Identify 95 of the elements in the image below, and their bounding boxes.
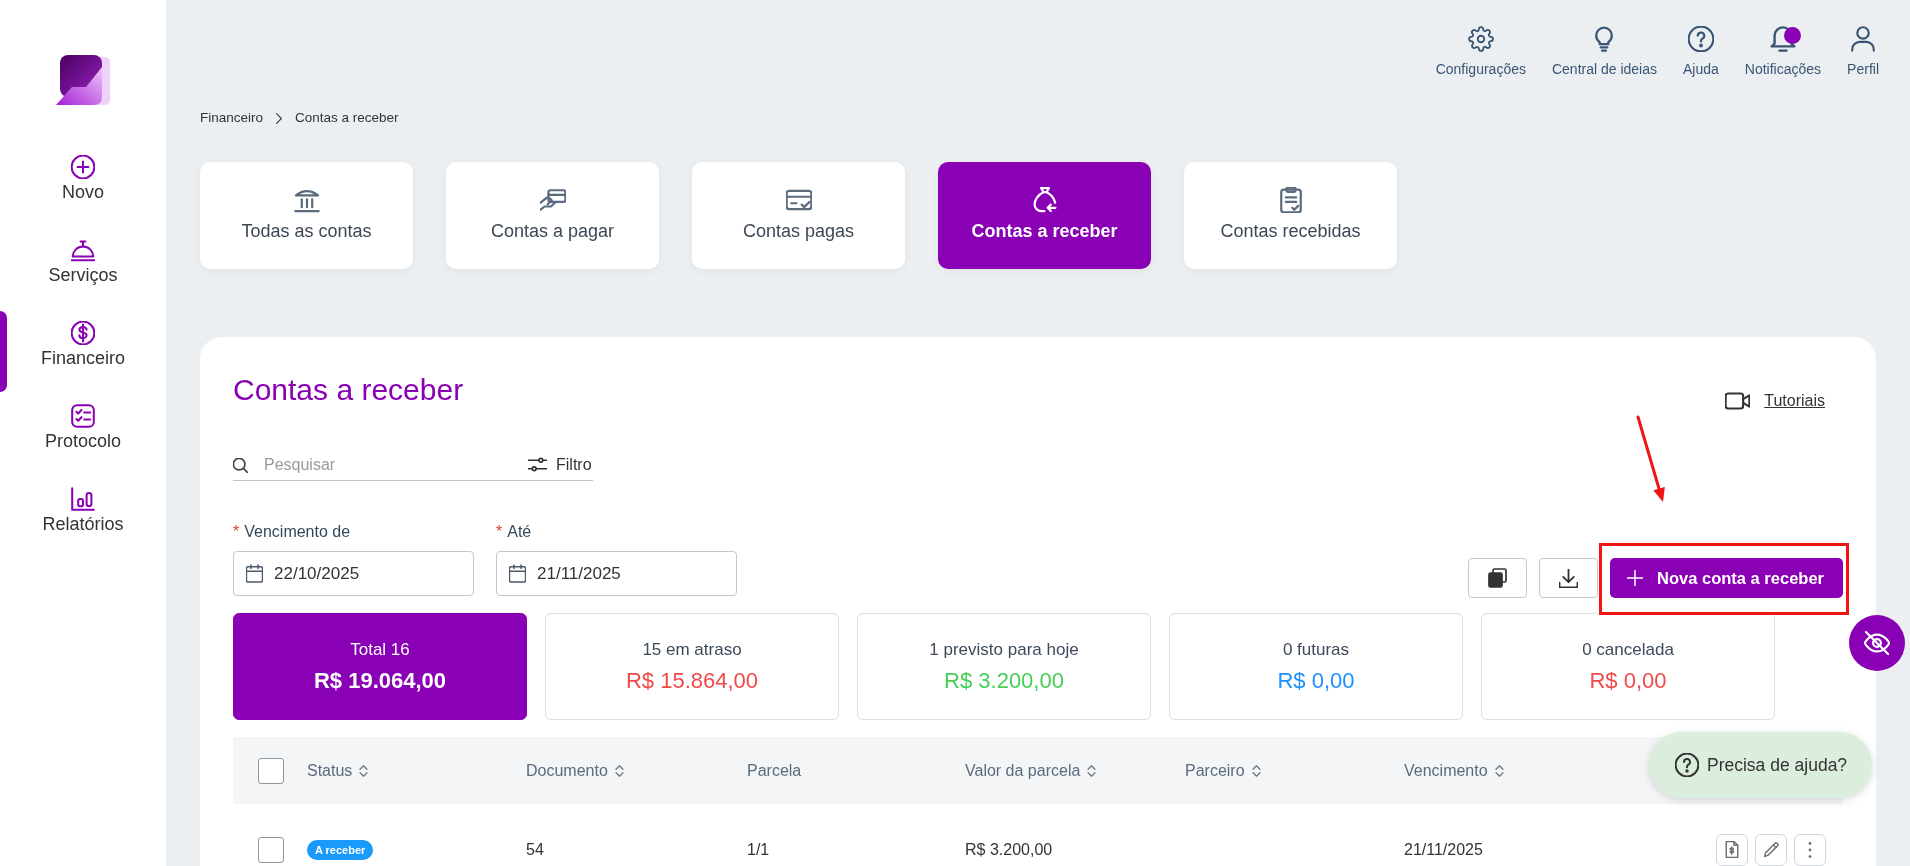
sidebar-item[interactable]: Serviços — [0, 228, 166, 309]
column-header[interactable]: Parceiro — [1185, 760, 1261, 781]
download-icon — [1559, 568, 1579, 588]
calendar-icon — [509, 564, 526, 583]
download-button[interactable] — [1539, 558, 1599, 598]
clipboard-check-icon — [1277, 187, 1304, 213]
column-header: Parcela — [747, 760, 802, 781]
field-label: Até — [507, 522, 532, 542]
column-header[interactable]: Vencimento — [1404, 760, 1504, 781]
table-cell: 21/11/2025 — [1404, 839, 1483, 860]
summary-amount: R$ 15.864,00 — [625, 667, 759, 694]
field-label: Vencimento de — [244, 522, 351, 542]
summary-card[interactable]: Total 16 R$ 19.064,00 — [233, 613, 527, 720]
bar-chart-icon — [71, 487, 95, 511]
summary-card[interactable]: 0 cancelada R$ 0,00 — [1481, 613, 1775, 720]
help-icon — [1687, 26, 1714, 52]
sidebar-item[interactable]: Financeiro — [0, 311, 166, 392]
checkbox[interactable] — [258, 757, 284, 784]
cards-view-button[interactable] — [1468, 558, 1528, 598]
service-bell-icon — [71, 238, 95, 262]
pencil-icon — [1763, 842, 1779, 857]
add-icon — [71, 155, 95, 179]
summary-label: 15 em atraso — [642, 639, 742, 660]
help-button[interactable]: Precisa de ajuda? — [1649, 732, 1872, 798]
money-bag-icon — [1031, 187, 1058, 213]
chevron-icon — [276, 112, 283, 124]
column-header[interactable]: Documento — [526, 760, 624, 781]
summary-amount: R$ 3.200,00 — [944, 667, 1064, 694]
sort-icon — [1494, 764, 1504, 777]
tab[interactable]: Contas a pagar — [446, 162, 659, 269]
date-field[interactable]: 21/11/2025 — [496, 551, 737, 596]
checkbox[interactable] — [258, 836, 284, 863]
summary-card[interactable]: 0 futuras R$ 0,00 — [1169, 613, 1463, 720]
column-header[interactable]: Status — [307, 760, 369, 781]
sidebar-item[interactable]: Protocolo — [0, 394, 166, 475]
required-mark: * — [233, 522, 240, 542]
calendar-icon — [246, 564, 263, 583]
summary-label: 1 previsto para hoje — [929, 639, 1079, 660]
tab[interactable]: Contas pagas — [692, 162, 905, 269]
required-mark: * — [496, 522, 503, 542]
sidebar-item[interactable]: Relatórios — [0, 477, 166, 558]
table-cell: 1/1 — [747, 839, 770, 860]
sort-icon — [1251, 764, 1261, 777]
tab[interactable]: Contas recebidas — [1184, 162, 1397, 269]
header-action[interactable]: Configurações — [1435, 26, 1526, 78]
sort-icon — [359, 764, 369, 777]
video-camera-icon — [1725, 391, 1751, 411]
edit-button[interactable] — [1755, 833, 1787, 866]
breadcrumb-current: Contas a receber — [295, 109, 399, 127]
date-field[interactable]: 22/10/2025 — [233, 551, 474, 596]
summary-label: 0 cancelada — [1582, 639, 1674, 660]
status-badge: A receber — [307, 839, 374, 860]
document-button[interactable] — [1716, 833, 1748, 866]
table-cell: 54 — [526, 839, 544, 860]
filter-button[interactable]: Filtro — [520, 449, 593, 481]
summary-amount: R$ 19.064,00 — [313, 667, 447, 694]
bank-icon — [293, 187, 320, 213]
table-cell: R$ 3.200,00 — [965, 839, 1053, 860]
tab[interactable]: Todas as contas — [200, 162, 413, 269]
tab[interactable]: Contas a receber — [938, 162, 1151, 269]
summary-label: Total 16 — [350, 639, 410, 660]
summary-amount: R$ 0,00 — [1277, 667, 1355, 694]
help-icon — [1675, 753, 1699, 777]
eye-slash-icon — [1864, 630, 1890, 656]
hand-card-icon — [539, 187, 566, 213]
column-header[interactable]: Valor da parcela — [965, 760, 1097, 781]
more-icon — [1808, 841, 1812, 858]
page-title: Contas a receber — [233, 372, 464, 408]
sort-icon — [614, 764, 624, 777]
checklist-icon — [71, 404, 95, 428]
plus-icon — [1627, 570, 1644, 586]
summary-card[interactable]: 15 em atraso R$ 15.864,00 — [545, 613, 839, 720]
sidebar-item[interactable]: Novo — [0, 145, 166, 226]
document-dollar-icon — [1725, 841, 1739, 858]
app-logo — [56, 55, 110, 105]
card-check-icon — [785, 187, 812, 213]
new-receivable-button[interactable]: Nova conta a receber — [1610, 558, 1843, 598]
search-icon — [233, 458, 248, 473]
summary-card[interactable]: 1 previsto para hoje R$ 3.200,00 — [857, 613, 1151, 720]
header-action[interactable]: Ajuda — [1683, 26, 1719, 78]
bell-icon — [1769, 26, 1796, 52]
stacked-cards-icon — [1488, 568, 1508, 588]
header-action[interactable]: Notificações — [1744, 26, 1822, 78]
sliders-icon — [528, 457, 547, 472]
sort-icon — [1087, 764, 1097, 777]
summary-label: 0 futuras — [1282, 639, 1350, 660]
summary-amount: R$ 0,00 — [1589, 667, 1667, 694]
header-action[interactable]: Central de ideias — [1551, 26, 1657, 78]
header-action[interactable]: Perfil — [1847, 26, 1879, 78]
search-field[interactable]: Pesquisar — [233, 449, 520, 481]
settings-icon — [1467, 26, 1494, 52]
user-icon — [1850, 26, 1877, 52]
visibility-button[interactable] — [1849, 615, 1905, 671]
tutorials-link[interactable]: Tutoriais — [1725, 391, 1825, 411]
breadcrumb-link[interactable]: Financeiro — [200, 109, 264, 127]
